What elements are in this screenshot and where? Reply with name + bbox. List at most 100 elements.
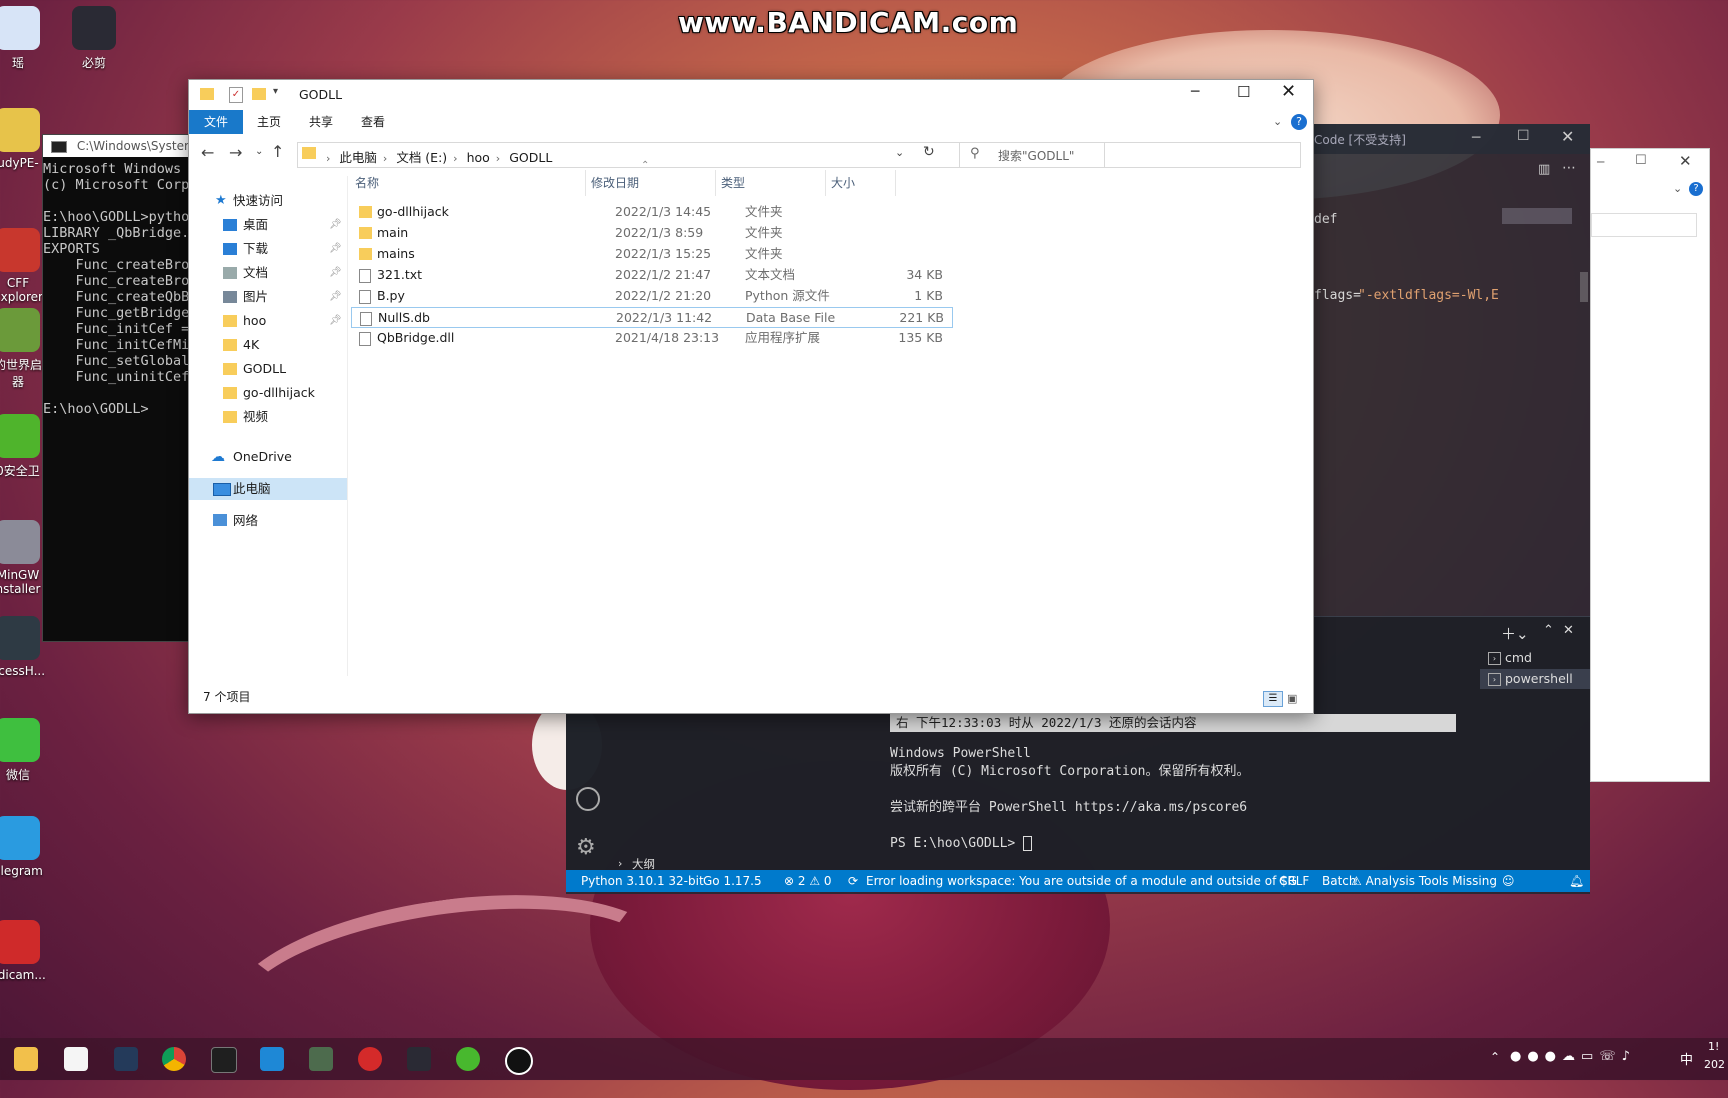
search-input[interactable] [1591, 213, 1697, 237]
file-explorer-window[interactable]: ✓ ▾ GODLL ─ ☐ ✕ 文件 主页 共享 查看 ⌄ ? ← → ⌄ ↑ … [188, 79, 1314, 714]
go-version[interactable]: Go 1.17.5 [703, 870, 762, 892]
netease-music-icon[interactable] [358, 1047, 382, 1071]
column-size[interactable]: 大小 [831, 170, 855, 196]
tray-chevron-icon[interactable]: ⌃ [1490, 1050, 1500, 1064]
editor-scrollbar[interactable] [1580, 272, 1588, 302]
tray-icons[interactable]: ●●●☁▭☏♪ [1510, 1049, 1636, 1064]
explorer-titlebar[interactable]: ✓ ▾ GODLL ─ ☐ ✕ [189, 80, 1313, 110]
details-view-icon[interactable]: ☰ [1263, 691, 1283, 707]
clock-date[interactable]: 202 [1704, 1058, 1725, 1071]
outline-chevron-icon[interactable]: › [618, 857, 622, 870]
nav-onedrive[interactable]: ☁ OneDrive [189, 446, 347, 468]
properties-icon[interactable]: ✓ [229, 87, 243, 103]
close-icon[interactable]: ✕ [1561, 127, 1574, 146]
minimize-icon[interactable]: ─ [1597, 155, 1604, 169]
column-type[interactable]: 类型 [721, 170, 745, 196]
notepad-icon[interactable] [64, 1047, 88, 1071]
up-icon[interactable]: ↑ [271, 142, 284, 161]
refresh-icon[interactable]: ↻ [923, 144, 935, 160]
desktop-icon[interactable]: ndicam... [0, 920, 54, 982]
gear-icon[interactable]: ⚙ [576, 835, 596, 860]
column-date[interactable]: 修改日期 [591, 170, 639, 196]
nav-quick-access[interactable]: ★ 快速访问 [189, 190, 347, 212]
file-row[interactable]: 321.txt 2022/1/2 21:47 文本文档 34 KB [351, 265, 951, 285]
problems-indicator[interactable]: ⊗ 2 ⚠ 0 [784, 870, 832, 892]
file-row[interactable]: B.py 2022/1/2 21:20 Python 源文件 1 KB [351, 286, 951, 306]
feedback-icon[interactable]: ☺ [1502, 870, 1515, 892]
maximize-icon[interactable]: ☐ [1237, 83, 1250, 101]
tab-view[interactable]: 查看 [347, 110, 399, 134]
close-icon[interactable]: ✕ [1281, 81, 1296, 102]
maximize-panel-icon[interactable]: ⌃ [1543, 623, 1554, 638]
address-history-icon[interactable]: ⌄ [895, 146, 904, 159]
nav-network[interactable]: 网络 [189, 510, 347, 532]
nav-item[interactable]: 视频 [189, 406, 347, 428]
file-row[interactable]: go-dllhijack 2022/1/3 14:45 文件夹 [351, 202, 951, 222]
breadcrumb-separator-icon[interactable]: › [326, 152, 330, 165]
input-method[interactable]: 中 [1680, 1049, 1693, 1068]
bijian-icon[interactable] [407, 1047, 431, 1071]
minimize-icon[interactable]: ─ [1472, 130, 1480, 146]
desktop-icon[interactable]: 瑶 [0, 6, 54, 71]
analysis-tools-missing[interactable]: ⚠ Analysis Tools Missing [1351, 870, 1497, 892]
minimize-icon[interactable]: ─ [1191, 84, 1199, 100]
search-box[interactable]: ⚲ 搜索"GODLL" [959, 142, 1301, 168]
large-icons-view-icon[interactable]: ▣ [1287, 692, 1301, 705]
forward-icon[interactable]: → [229, 143, 242, 162]
chevron-down-icon[interactable]: ⌄ [1673, 182, 1682, 195]
file-row[interactable]: main 2022/1/3 8:59 文件夹 [351, 223, 951, 243]
minimap[interactable] [1502, 208, 1572, 224]
breadcrumb-item[interactable]: GODLL [509, 150, 552, 165]
nav-item[interactable]: hoo 📌︎ [189, 310, 347, 332]
close-panel-icon[interactable]: ✕ [1563, 623, 1574, 638]
file-row[interactable]: mains 2022/1/3 15:25 文件夹 [351, 244, 951, 264]
breadcrumb-item[interactable]: 文档 (E:) [396, 150, 447, 165]
help-icon[interactable]: ? [1291, 114, 1307, 130]
nav-item[interactable]: 4K [189, 334, 347, 356]
account-icon[interactable] [576, 787, 600, 811]
background-window[interactable]: ─ ☐ ✕ ⌄ ? [1590, 148, 1710, 782]
360-icon[interactable] [456, 1047, 480, 1071]
workspace-error[interactable]: Error loading workspace: You are outside… [866, 870, 1297, 892]
breadcrumb-item[interactable]: hoo [467, 150, 490, 165]
store-icon[interactable] [14, 1047, 38, 1071]
vscode-icon[interactable] [260, 1047, 284, 1071]
tab-home[interactable]: 主页 [243, 110, 295, 134]
breadcrumb-separator-icon[interactable]: › [383, 152, 387, 165]
bandicam-icon[interactable] [505, 1047, 533, 1075]
app-icon[interactable] [114, 1047, 138, 1071]
terminal-output[interactable]: Windows PowerShell 版权所有 (C) Microsoft Cor… [890, 745, 1250, 853]
eol-indicator[interactable]: CRLF [1279, 870, 1309, 892]
terminal-tab-cmd[interactable]: › cmd [1480, 648, 1590, 668]
help-icon[interactable]: ? [1689, 182, 1703, 196]
search-input[interactable]: 搜索"GODLL" [998, 147, 1074, 164]
file-row[interactable]: NullS.db 2022/1/3 11:42 Data Base File 221 … [351, 307, 953, 328]
maximize-icon[interactable]: ☐ [1635, 153, 1647, 168]
tab-share[interactable]: 共享 [295, 110, 347, 134]
python-interpreter[interactable]: Python 3.10.1 32-bit [581, 870, 704, 892]
nav-item[interactable]: 下载 📌︎ [189, 238, 347, 260]
maximize-icon[interactable]: ☐ [1517, 128, 1530, 144]
breadcrumb[interactable]: › 此电脑 › 文档 (E:) › hoo › GODLL [320, 147, 552, 165]
desktop-icon[interactable]: 微信 [0, 718, 54, 783]
split-editor-icon[interactable]: ▥ [1538, 162, 1550, 177]
expand-ribbon-icon[interactable]: ⌄ [1273, 115, 1282, 128]
more-actions-icon[interactable]: ⋯ [1562, 160, 1576, 176]
desktop-icon[interactable]: elegram [0, 816, 54, 878]
customize-toolbar-icon[interactable]: ▾ [273, 86, 278, 97]
terminal-icon[interactable] [211, 1047, 237, 1073]
nav-item[interactable]: go-dllhijack [189, 382, 347, 404]
close-icon[interactable]: ✕ [1679, 152, 1692, 170]
new-folder-icon[interactable] [252, 88, 266, 100]
nav-item[interactable]: 文档 📌︎ [189, 262, 347, 284]
back-icon[interactable]: ← [201, 143, 214, 162]
tab-file[interactable]: 文件 [189, 110, 243, 134]
recent-locations-icon[interactable]: ⌄ [255, 146, 263, 157]
nav-this-pc[interactable]: 此电脑 [189, 478, 347, 500]
file-row[interactable]: QbBridge.dll 2021/4/18 23:13 应用程序扩展 135 KB [351, 328, 951, 348]
clock-time[interactable]: 1! [1708, 1040, 1719, 1053]
column-name[interactable]: 名称 [355, 170, 379, 196]
breadcrumb-separator-icon[interactable]: › [453, 152, 457, 165]
chrome-icon[interactable] [162, 1047, 186, 1071]
desktop-icon[interactable]: 必剪 [58, 6, 130, 71]
